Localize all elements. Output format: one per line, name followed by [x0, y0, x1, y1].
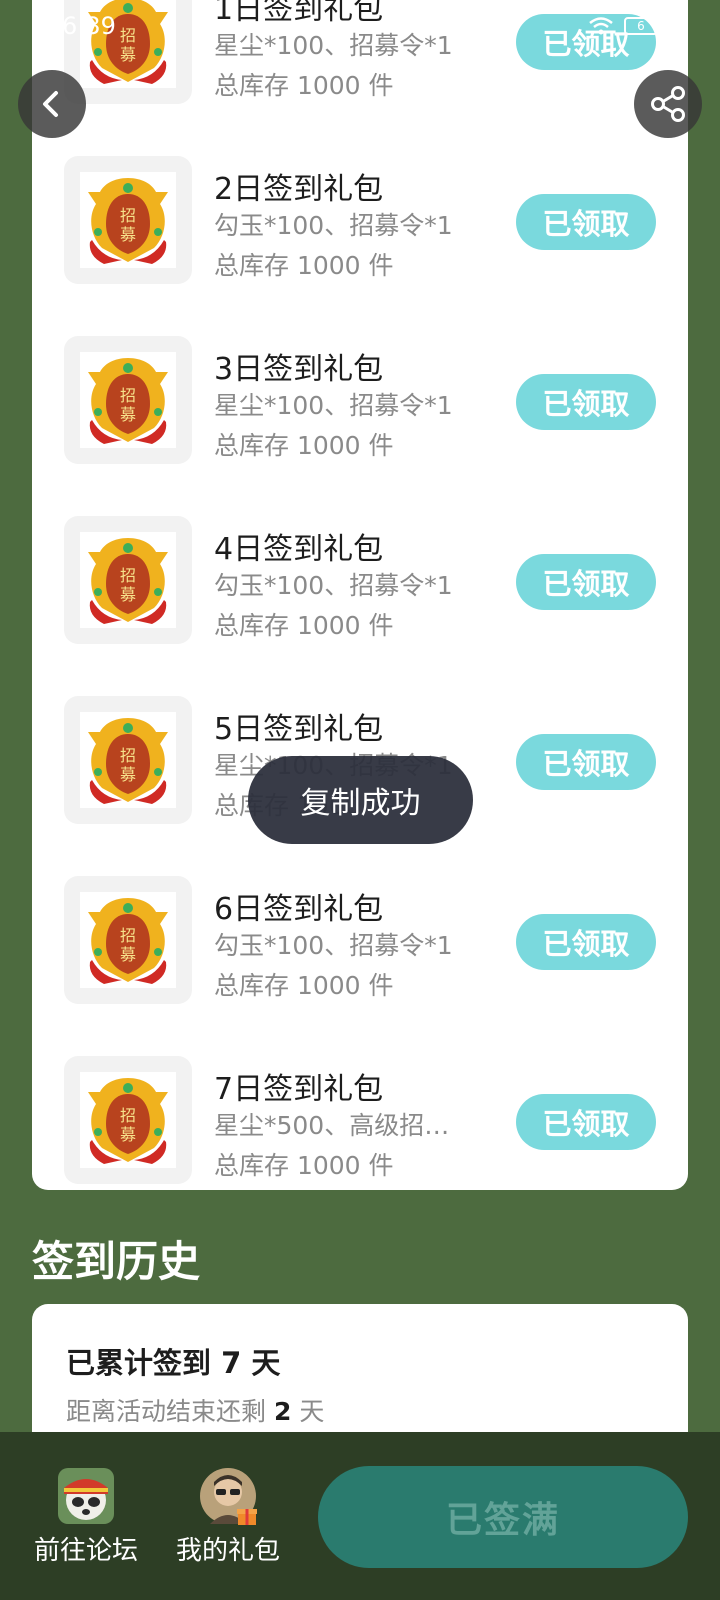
- copy-success-toast: 复制成功: [248, 756, 473, 844]
- gift-thumbnail: 招募: [64, 336, 192, 464]
- history-total-prefix: 已累计签到: [66, 1346, 212, 1380]
- svg-text:募: 募: [120, 585, 136, 604]
- gift-row: 招募 3日签到礼包星尘*100、招募令*1 总库存 1000 件 已领取: [64, 336, 656, 464]
- share-button[interactable]: [634, 70, 702, 138]
- status-bar: 6:39 6: [62, 8, 658, 44]
- back-arrow-icon: [43, 91, 58, 117]
- gift-thumbnail: 招募: [64, 156, 192, 284]
- svg-text:募: 募: [120, 405, 136, 424]
- gift-stock: 总库存 1000 件: [214, 1151, 394, 1180]
- gift-thumbnail: 招募: [64, 1056, 192, 1184]
- gift-list-card: 招募 1日签到礼包 星尘*100、招募令*1 总库存 1000 件已领取招募 2日签到礼…: [32, 0, 688, 1190]
- bottom-bar: 前往论坛 我的礼包 已签满: [0, 1432, 720, 1600]
- gift-description: 星尘*100、招募令*1: [214, 391, 453, 420]
- recruit-token-icon: 招募: [80, 172, 176, 268]
- svg-text:募: 募: [120, 45, 136, 64]
- my-gifts-tab-label: 我的礼包: [175, 1536, 280, 1566]
- gift-title: 2日签到礼包: [214, 172, 384, 207]
- svg-text:招: 招: [120, 926, 136, 945]
- gift-stock: 总库存 1000 件: [214, 431, 394, 460]
- gift-thumbnail: 招募: [64, 696, 192, 824]
- gift-thumbnail: 招募: [64, 876, 192, 1004]
- claimed-button[interactable]: 已领取: [516, 914, 656, 970]
- share-icon: [651, 86, 685, 122]
- gift-stock: 总库存 1000 件: [214, 971, 394, 1000]
- recruit-token-icon: 招募: [80, 1072, 176, 1168]
- svg-text:招: 招: [120, 386, 136, 405]
- forum-tab[interactable]: 前往论坛: [26, 1468, 146, 1567]
- gift-description: 勾玉*100、招募令*1: [214, 571, 453, 600]
- claimed-button[interactable]: 已领取: [516, 374, 656, 430]
- gift-title: 7日签到礼包: [214, 1072, 384, 1107]
- recruit-token-icon: 招募: [80, 892, 176, 988]
- claimed-button[interactable]: 已领取: [516, 554, 656, 610]
- svg-text:招: 招: [120, 1106, 136, 1125]
- claimed-button[interactable]: 已领取: [516, 1094, 656, 1150]
- status-time: 6:39: [62, 12, 116, 40]
- claimed-button[interactable]: 已领取: [516, 194, 656, 250]
- history-remaining-prefix: 距离活动结束还剩: [66, 1397, 267, 1426]
- svg-text:募: 募: [120, 765, 136, 784]
- gift-row: 招募 7日签到礼包星尘*500、高级招… 总库存 1000 件 已领取: [64, 1056, 656, 1184]
- status-icons: 6: [588, 16, 658, 36]
- gift-title: 5日签到礼包: [214, 712, 384, 747]
- svg-text:招: 招: [120, 746, 136, 765]
- recruit-token-icon: 招募: [80, 532, 176, 628]
- history-total-days: 7: [221, 1346, 242, 1380]
- gift-row: 招募 4日签到礼包勾玉*100、招募令*1 总库存 1000 件 已领取: [64, 516, 656, 644]
- forum-tab-label: 前往论坛: [33, 1536, 138, 1566]
- history-remaining: 距离活动结束还剩 2 天: [66, 1392, 324, 1428]
- signed-full-button[interactable]: 已签满: [318, 1466, 688, 1568]
- svg-text:招: 招: [120, 206, 136, 225]
- gift-description: 星尘*500、高级招…: [214, 1111, 450, 1140]
- gift-title: 6日签到礼包: [214, 892, 384, 927]
- gift-thumbnail: 招募: [64, 516, 192, 644]
- svg-text:招: 招: [120, 566, 136, 585]
- gift-stock: 总库存 1000 件: [214, 611, 394, 640]
- gift-row: 招募 6日签到礼包勾玉*100、招募令*1 总库存 1000 件 已领取: [64, 876, 656, 1004]
- gift-description: 勾玉*100、招募令*1: [214, 211, 453, 240]
- claimed-button[interactable]: 已领取: [516, 734, 656, 790]
- gift-stock: 总库存 1000 件: [214, 71, 394, 100]
- history-remaining-days: 2: [273, 1397, 292, 1426]
- gift-title: 4日签到礼包: [214, 532, 384, 567]
- svg-text:募: 募: [120, 1125, 136, 1144]
- history-total-suffix: 天: [251, 1346, 281, 1380]
- my-gifts-tab[interactable]: 我的礼包: [168, 1468, 288, 1567]
- gift-title: 3日签到礼包: [214, 352, 384, 387]
- history-heading: 签到历史: [32, 1237, 201, 1286]
- checkin-page: 6:39 6 招募 1日签到礼包 星尘*100、招募令*1 总库存 1000 件已领取…: [0, 0, 720, 1600]
- history-total: 已累计签到 7 天: [66, 1340, 280, 1382]
- game-avatar-icon: [58, 1468, 114, 1524]
- battery-icon: 6: [624, 17, 658, 35]
- recruit-token-icon: 招募: [80, 352, 176, 448]
- gift-badge-icon: [237, 1509, 257, 1525]
- gift-description: 勾玉*100、招募令*1: [214, 931, 453, 960]
- gift-row: 招募 2日签到礼包勾玉*100、招募令*1 总库存 1000 件 已领取: [64, 156, 656, 284]
- user-avatar-icon: [200, 1468, 257, 1525]
- wifi-icon: [589, 17, 613, 35]
- svg-text:募: 募: [120, 225, 136, 244]
- back-button[interactable]: [18, 70, 86, 138]
- gift-stock: 总库存 1000 件: [214, 251, 394, 280]
- svg-text:募: 募: [120, 945, 136, 964]
- history-remaining-suffix: 天: [299, 1397, 325, 1426]
- recruit-token-icon: 招募: [80, 712, 176, 808]
